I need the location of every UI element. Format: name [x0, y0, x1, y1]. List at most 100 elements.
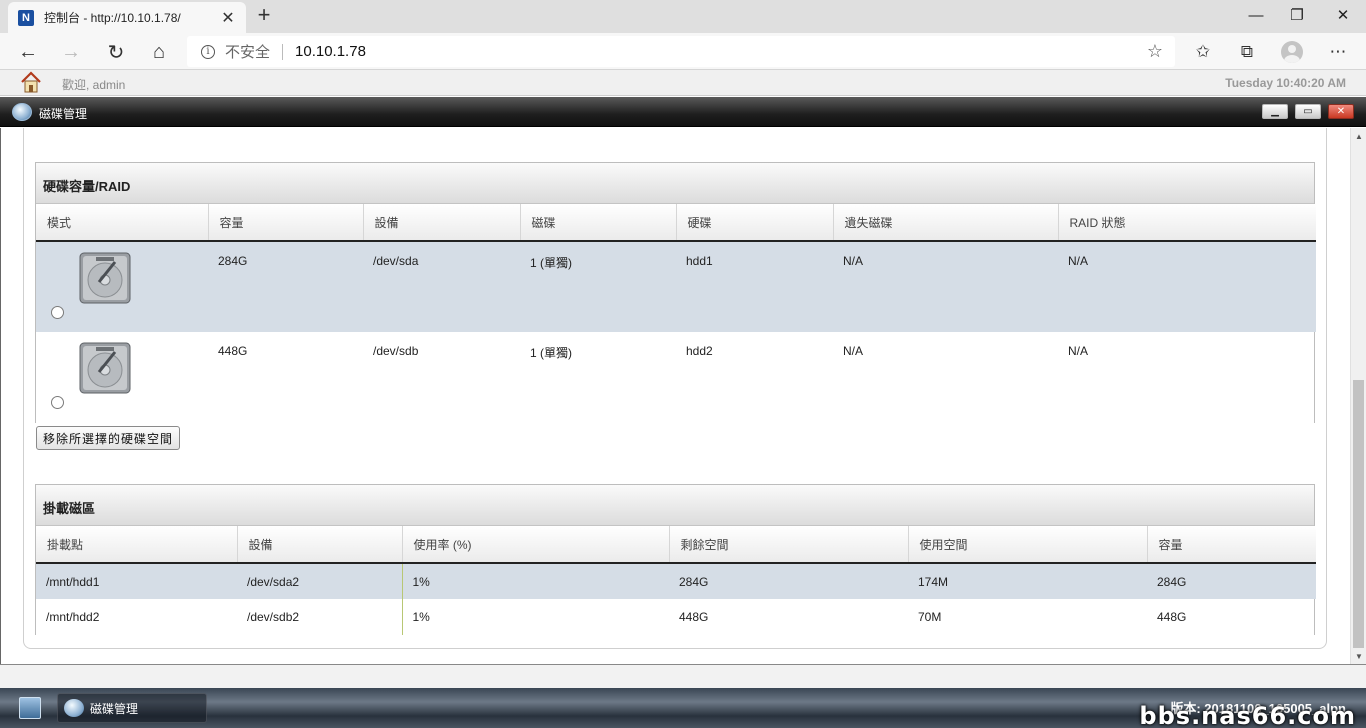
close-icon[interactable]: ✕ — [1328, 104, 1354, 119]
url-input[interactable]: i 不安全 10.10.1.78 ☆ — [187, 36, 1175, 67]
welcome-text: 歡迎, admin — [62, 78, 126, 92]
device-cell: /dev/sda — [373, 254, 419, 268]
disk-manager-icon — [64, 699, 84, 717]
forward-icon[interactable]: → — [57, 38, 85, 66]
col-mode[interactable]: 模式 — [36, 204, 209, 242]
col-mount-point[interactable]: 掛載點 — [36, 526, 238, 564]
scroll-thumb[interactable] — [1353, 380, 1364, 648]
col-usage[interactable]: 使用率 (%) — [402, 526, 670, 564]
restore-icon[interactable]: ▭ — [1295, 104, 1321, 119]
disk-cell: 1 (單獨) — [530, 346, 573, 360]
disk-cell: 1 (單獨) — [530, 256, 573, 270]
avatar — [1281, 41, 1303, 63]
disk-mode-cell — [36, 332, 208, 423]
window-titlebar[interactable]: 磁碟管理 ▁ ▭ ✕ — [0, 97, 1366, 127]
col-device[interactable]: 設備 — [363, 204, 521, 242]
col-hdd[interactable]: 硬碟 — [676, 204, 834, 242]
mount-point-cell: /mnt/hdd2 — [46, 610, 100, 624]
favorites-icon[interactable]: ✩ — [1189, 38, 1217, 66]
raid-header-row: 模式 容量 設備 磁碟 硬碟 遺失磁碟 RAID 狀態 — [36, 204, 1316, 242]
start-icon[interactable] — [19, 697, 41, 719]
raid-table: 模式 容量 設備 磁碟 硬碟 遺失磁碟 RAID 狀態 284G /dev/sd… — [36, 204, 1316, 423]
capacity-cell: 448G — [218, 344, 248, 358]
raid-section: 硬碟容量/RAID 模式 容量 設備 磁碟 硬碟 遺失磁碟 RAID 狀態 28… — [35, 162, 1316, 423]
device-cell: /dev/sdb — [373, 344, 419, 358]
browser-tab[interactable]: N 控制台 - http://10.10.1.78/ ✕ — [8, 2, 246, 33]
device-cell: /dev/sda2 — [247, 574, 300, 589]
capacity-cell: 284G — [218, 254, 248, 268]
home-nav-icon[interactable]: ⌂ — [145, 38, 173, 66]
back-icon[interactable]: ← — [14, 38, 42, 66]
col-used-space[interactable]: 使用空間 — [908, 526, 1148, 564]
scroll-down-icon[interactable]: ▼ — [1351, 648, 1366, 664]
disk-manager-icon — [12, 103, 32, 121]
hdd-icon — [79, 252, 131, 304]
new-tab-icon[interactable]: + — [252, 3, 276, 27]
raid-status-cell: N/A — [1068, 344, 1089, 358]
usage-cell: 1% — [401, 563, 669, 599]
window-maximize-icon[interactable]: ❐ — [1274, 0, 1320, 30]
window-footer — [0, 664, 1366, 688]
raid-section-title: 硬碟容量/RAID — [36, 163, 1314, 204]
address-bar: ← → ↻ ⌂ i 不安全 10.10.1.78 ☆ ✩ ⧉ ⋯ — [0, 33, 1366, 70]
col-capacity[interactable]: 容量 — [1147, 526, 1316, 564]
url-separator — [282, 43, 284, 60]
col-disk[interactable]: 磁碟 — [520, 204, 677, 242]
tab-title: 控制台 - http://10.10.1.78/ — [44, 11, 181, 25]
window-body: 硬碟容量/RAID 模式 容量 設備 磁碟 硬碟 遺失磁碟 RAID 狀態 28… — [0, 128, 1350, 664]
refresh-icon[interactable]: ↻ — [102, 38, 130, 66]
remove-selected-disk-button[interactable]: 移除所選擇的硬碟空間 — [36, 426, 181, 450]
app-header: 歡迎, admin Tuesday 10:40:20 AM — [0, 70, 1366, 96]
profile-button[interactable] — [1278, 38, 1306, 66]
raid-status-cell: N/A — [1068, 254, 1089, 268]
col-missing-disk[interactable]: 遺失磁碟 — [833, 204, 1059, 242]
clock: Tuesday 10:40:20 AM — [1225, 76, 1346, 90]
hdd-icon — [79, 342, 131, 394]
col-capacity[interactable]: 容量 — [208, 204, 364, 242]
window-title: 磁碟管理 — [39, 107, 88, 121]
tab-close-icon[interactable]: ✕ — [220, 8, 236, 28]
table-row[interactable]: 284G /dev/sda 1 (單獨) hdd1 N/A N/A — [36, 241, 1316, 332]
free-space-cell: 448G — [679, 610, 709, 624]
table-row[interactable]: /mnt/hdd2 /dev/sdb2 1% 448G 70M 448G — [36, 599, 1316, 635]
hdd-cell: hdd1 — [686, 254, 713, 268]
minimize-icon[interactable]: ▁ — [1262, 104, 1288, 119]
vertical-scrollbar[interactable]: ▲ ▼ — [1350, 128, 1366, 664]
star-icon[interactable]: ☆ — [1147, 41, 1163, 62]
taskbar: 磁碟管理 版本: 20181106_165005_alpn bbs.nas66.… — [0, 688, 1366, 728]
mount-section: 掛載磁區 掛載點 設備 使用率 (%) 剩餘空間 使用空間 容量 /mnt/hd… — [35, 484, 1316, 635]
free-space-cell: 284G — [679, 574, 709, 589]
taskbar-item-label: 磁碟管理 — [90, 701, 139, 716]
col-raid-status[interactable]: RAID 狀態 — [1058, 204, 1316, 242]
col-device[interactable]: 設備 — [237, 526, 403, 564]
device-cell: /dev/sdb2 — [247, 610, 300, 624]
usage-cell: 1% — [401, 599, 669, 635]
home-icon[interactable] — [20, 71, 42, 93]
url-text: 10.10.1.78 — [295, 43, 366, 60]
missing-disk-cell: N/A — [843, 254, 864, 268]
hdd-cell: hdd2 — [686, 344, 713, 358]
used-space-cell: 174M — [918, 574, 949, 589]
window-minimize-icon[interactable]: — — [1233, 0, 1279, 30]
watermark: bbs.nas66.com — [1139, 702, 1356, 728]
scroll-up-icon[interactable]: ▲ — [1351, 128, 1366, 144]
table-row[interactable]: /mnt/hdd1 /dev/sda2 1% 284G 174M 284G — [36, 563, 1316, 599]
info-icon[interactable]: i — [201, 44, 215, 59]
capacity-cell: 284G — [1157, 574, 1187, 589]
missing-disk-cell: N/A — [843, 344, 864, 358]
mount-table: 掛載點 設備 使用率 (%) 剩餘空間 使用空間 容量 /mnt/hdd1 /d… — [36, 526, 1316, 635]
taskbar-item-disk-manager[interactable]: 磁碟管理 — [57, 693, 207, 723]
browser-tab-strip: N 控制台 - http://10.10.1.78/ ✕ + — ❐ ✕ — [0, 0, 1366, 33]
disk-select-radio[interactable] — [51, 396, 64, 409]
table-row[interactable]: 448G /dev/sdb 1 (單獨) hdd2 N/A N/A — [36, 332, 1316, 423]
window-close-icon[interactable]: ✕ — [1320, 0, 1366, 30]
used-space-cell: 70M — [918, 610, 942, 624]
mount-section-title: 掛載磁區 — [36, 485, 1314, 526]
disk-select-radio[interactable] — [51, 306, 64, 319]
more-icon[interactable]: ⋯ — [1324, 38, 1352, 66]
insecure-label: 不安全 — [225, 44, 271, 61]
col-free-space[interactable]: 剩餘空間 — [669, 526, 909, 564]
disk-mode-cell — [36, 241, 208, 332]
mount-point-cell: /mnt/hdd1 — [46, 574, 100, 589]
collections-icon[interactable]: ⧉ — [1233, 38, 1261, 66]
